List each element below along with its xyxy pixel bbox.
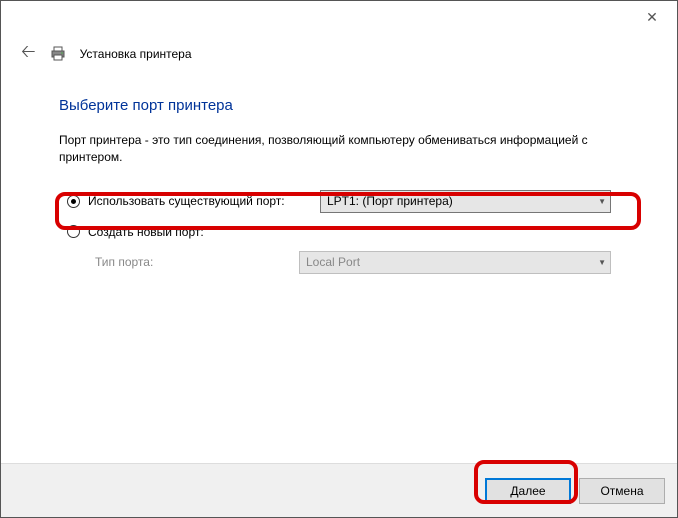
option-use-existing-port[interactable]: Использовать существующий порт: LPT1: (П… [59,184,619,219]
existing-port-select[interactable]: LPT1: (Порт принтера) ▼ [320,190,611,213]
back-button[interactable]: 🡠 [21,39,36,69]
port-type-value: Local Port [306,255,360,269]
radio-label-create-new: Создать новый порт: [88,225,312,239]
cancel-button-label: Отмена [600,484,643,498]
radio-label-use-existing: Использовать существующий порт: [88,194,312,208]
close-button[interactable]: ✕ [637,2,667,32]
footer: Далее Отмена [1,463,677,517]
close-icon: ✕ [646,9,658,26]
radio-use-existing[interactable] [67,195,80,208]
titlebar: ✕ [1,1,677,33]
page-description: Порт принтера - это тип соединения, позв… [59,132,619,166]
existing-port-value: LPT1: (Порт принтера) [327,194,453,208]
port-type-select: Local Port ▼ [299,251,611,274]
option-create-new-port[interactable]: Создать новый порт: [59,219,619,245]
wizard-window: ✕ 🡠 Установка принтера Выберите порт при… [0,0,678,518]
chevron-down-icon: ▼ [598,197,606,206]
cancel-button[interactable]: Отмена [579,478,665,504]
wizard-title: Установка принтера [80,47,192,61]
printer-icon [50,46,66,62]
chevron-down-icon: ▼ [598,258,606,267]
next-button[interactable]: Далее [485,478,571,504]
next-button-label: Далее [510,484,545,498]
page-heading: Выберите порт принтера [59,97,619,114]
port-type-row: Тип порта: Local Port ▼ [59,245,619,280]
content-area: Выберите порт принтера Порт принтера - э… [1,73,677,463]
radio-create-new[interactable] [67,225,80,238]
arrow-left-icon: 🡠 [21,41,36,61]
port-type-label: Тип порта: [95,255,291,269]
wizard-header: 🡠 Установка принтера [1,33,677,73]
